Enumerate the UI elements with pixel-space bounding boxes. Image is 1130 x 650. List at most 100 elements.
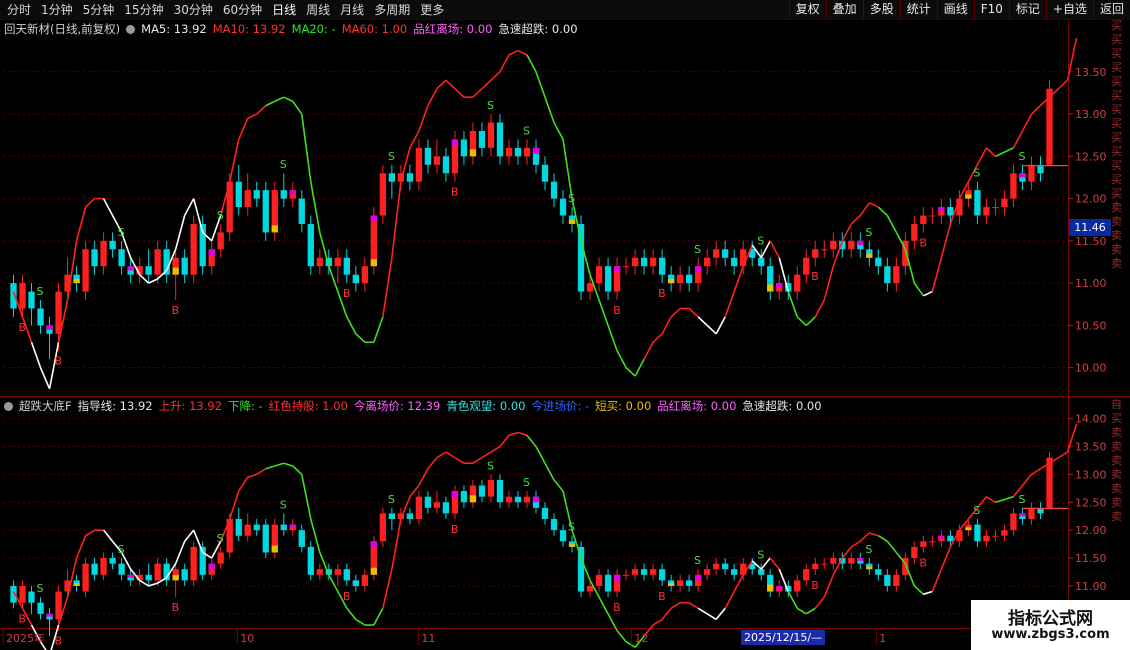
sub-candle-body [28, 591, 35, 603]
sub-guide-segment [418, 468, 429, 486]
main-candle-body [37, 308, 44, 326]
main-buy-signal: B [19, 321, 27, 334]
sub-guide-segment [472, 456, 483, 464]
sub-candle-accent [613, 574, 621, 581]
sub-candle-body [1028, 507, 1035, 519]
main-guide-segment [445, 79, 456, 90]
main-guide-segment [526, 54, 537, 73]
main-sell-signal: S [523, 124, 530, 137]
main-guide-segment [436, 79, 447, 90]
main-guide-segment [102, 198, 114, 216]
sub-candle-body [190, 546, 197, 581]
main-guide-segment [247, 113, 258, 120]
sub-guide-segment [490, 445, 501, 453]
main-guide-segment [823, 266, 835, 301]
main-sell-signal: S [568, 192, 575, 205]
main-guide-segment [913, 282, 925, 297]
main-candle-body [379, 173, 387, 216]
main-guide-segment [1057, 79, 1069, 90]
sub-candle-body [280, 524, 287, 531]
main-candle-accent [857, 240, 864, 246]
sub-candle-accent [370, 567, 378, 575]
sub-candle-body [649, 569, 657, 575]
sub-candle-body [794, 580, 801, 592]
main-guide-segment [499, 54, 510, 73]
main-buy-signal: B [451, 186, 459, 199]
sub-candle-body [496, 479, 504, 503]
main-guide-segment [643, 341, 654, 360]
sub-candle-body [253, 524, 260, 531]
main-buy-signal: B [55, 355, 63, 368]
time-axis-label: 12 [634, 632, 648, 645]
sub-sell-signal: S [568, 521, 575, 534]
sub-candle-body [460, 491, 468, 503]
main-candle-body [406, 173, 414, 182]
sub-guide-segment [706, 613, 717, 621]
main-guide-segment [841, 223, 853, 242]
main-guide-segment [805, 316, 816, 326]
main-candle-body [920, 215, 927, 224]
main-guide-segment [850, 214, 861, 225]
sub-candle-body [298, 530, 305, 547]
main-guide-segment [607, 325, 618, 352]
sub-side-signals: 自买卖卖卖卖卖卖卖 [1111, 398, 1122, 523]
sub-candle-body [352, 580, 359, 586]
sub-guide-segment [544, 462, 555, 481]
main-candle-body [487, 122, 495, 148]
main-guide-segment [283, 96, 294, 103]
sub-guide-segment [283, 462, 294, 467]
sub-candle-body [406, 513, 414, 519]
main-candle-body [343, 257, 350, 275]
sub-y-tick-label: 11.50 [1075, 552, 1107, 565]
sub-candle-accent [127, 574, 134, 578]
sub-guide-segment [454, 456, 465, 464]
sub-guide-segment [139, 579, 150, 587]
candlestick-chart[interactable]: 13.50 13.00 12.50 12.00 11.50 11.00 10.50 10.00… [0, 0, 1130, 650]
sub-sell-signal: S [523, 476, 530, 489]
sub-guide-segment [886, 540, 897, 553]
watermark-title: 指标公式网 [1008, 609, 1093, 629]
main-guide-segment [670, 307, 681, 318]
main-candle-body [370, 215, 378, 267]
main-candle-accent [127, 266, 134, 271]
main-guide-segment [1004, 147, 1014, 153]
sub-guide-segment [850, 540, 861, 548]
time-axis-label: 11 [421, 632, 435, 645]
main-candle-body [595, 266, 603, 284]
main-candle-body [298, 198, 305, 224]
main-candle-accent [46, 325, 53, 330]
main-candle-accent [532, 147, 540, 154]
sub-guide-segment [256, 468, 267, 476]
main-sell-signal: S [694, 243, 701, 256]
main-candle-body [154, 249, 161, 275]
main-guide-segment [30, 342, 42, 368]
main-candle-body [676, 274, 684, 284]
main-candle-body [316, 257, 323, 267]
sub-guide-segment [616, 630, 627, 643]
sub-candle-body [640, 569, 648, 575]
main-guide-segment [706, 324, 717, 335]
sub-guide-segment [796, 607, 807, 615]
sub-candle-body [992, 535, 999, 537]
sub-guide-segment [499, 434, 510, 447]
sub-guide-segment [923, 590, 933, 596]
main-candle-body [722, 249, 729, 258]
main-sell-signal: S [280, 158, 287, 171]
sub-guide-segment [427, 457, 438, 470]
sub-sell-signal: S [118, 543, 125, 556]
sub-candle-body [433, 502, 441, 508]
sub-candle-accent [857, 558, 864, 561]
main-sell-signal: S [217, 209, 224, 222]
sub-y-tick-label: 12.00 [1075, 524, 1107, 537]
main-candle-body [100, 240, 107, 267]
sub-candle-body [514, 496, 522, 503]
current-price-tag: 11.46 [1069, 219, 1111, 236]
sub-guide-segment [517, 431, 528, 437]
main-candle-body [244, 190, 251, 208]
sub-guide-segment [841, 546, 852, 559]
sub-sell-signal: S [757, 549, 764, 562]
main-candle-body [253, 190, 260, 199]
main-candle-accent [568, 219, 576, 224]
sub-candle-body [983, 535, 990, 542]
main-guide-segment [409, 130, 420, 149]
